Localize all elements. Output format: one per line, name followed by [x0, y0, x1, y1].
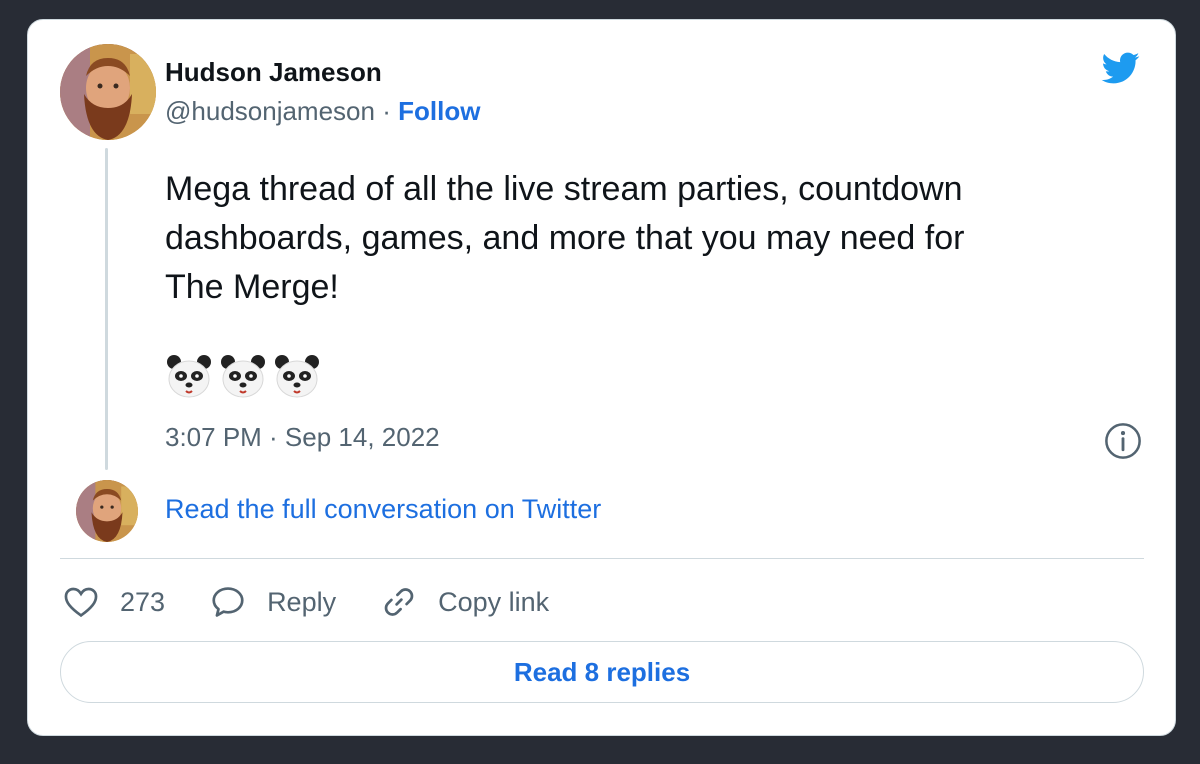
thread-connector-line: [105, 148, 108, 470]
speech-bubble-icon: [212, 587, 244, 617]
author-name[interactable]: Hudson Jameson: [165, 57, 382, 88]
emoji-row: [165, 352, 321, 400]
reply-button[interactable]: Reply: [209, 583, 336, 621]
panda-face-icon: [275, 355, 319, 398]
read-replies-button[interactable]: Read 8 replies: [60, 641, 1144, 703]
panda-face-icon: [167, 355, 211, 398]
tweet-text-line: dashboards, games, and more that you may…: [165, 219, 965, 257]
link-icon: [384, 588, 414, 616]
copy-link-label: Copy link: [438, 586, 550, 617]
tweet-text: Mega thread of all the live stream parti…: [165, 165, 1125, 312]
tweet-actions: 273 Reply Copy link: [62, 582, 593, 622]
tweet-text-line: The Merge!: [165, 268, 339, 306]
copy-link-button[interactable]: Copy link: [380, 583, 549, 621]
avatar-portrait: [76, 480, 138, 542]
read-full-conversation-link[interactable]: Read the full conversation on Twitter: [165, 494, 601, 525]
embedded-tweet-card: Hudson Jameson @hudsonjameson · Follow M…: [27, 19, 1176, 736]
avatar-portrait: [60, 44, 156, 140]
reply-label: Reply: [267, 586, 337, 617]
heart-icon: [64, 587, 98, 618]
tweet-text-line: Mega thread of all the live stream parti…: [165, 170, 963, 208]
follow-button[interactable]: Follow: [398, 96, 480, 126]
tweet-timestamp[interactable]: 3:07 PM · Sep 14, 2022: [165, 422, 440, 453]
conversation-avatar[interactable]: [76, 480, 138, 542]
author-avatar[interactable]: [60, 44, 156, 140]
author-handle[interactable]: @hudsonjameson: [165, 96, 375, 126]
author-handle-line: @hudsonjameson · Follow: [165, 96, 480, 127]
divider: [60, 558, 1144, 559]
like-count: 273: [120, 586, 166, 617]
panda-face-icon: [221, 355, 265, 398]
handle-separator: ·: [382, 96, 391, 126]
like-button[interactable]: 273: [62, 583, 165, 621]
twitter-bird-icon[interactable]: [1097, 48, 1143, 88]
info-icon[interactable]: [1104, 422, 1142, 460]
